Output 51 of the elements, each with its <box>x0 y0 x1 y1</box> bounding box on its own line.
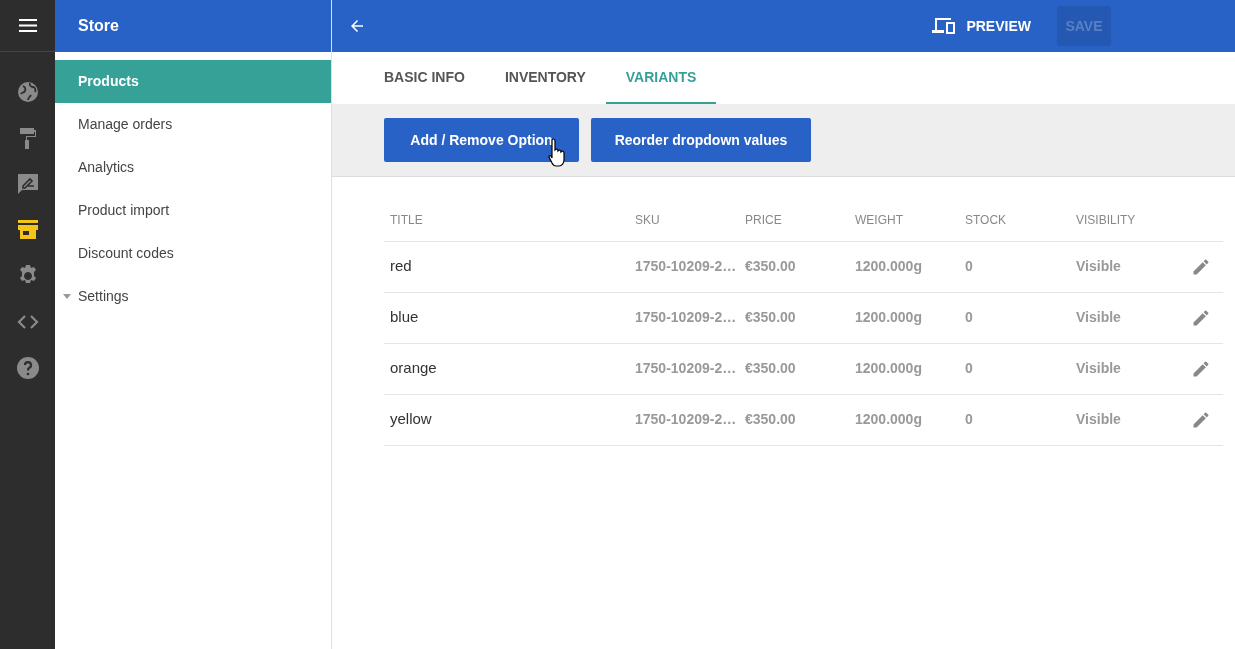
column-header: WEIGHT <box>849 199 959 241</box>
table-cell: 1200.000g <box>855 258 922 274</box>
table-cell: 1750-10209-2… <box>635 411 737 427</box>
sidebar-item[interactable]: Product import <box>55 189 331 232</box>
table-cell: Visible <box>1076 411 1121 427</box>
pencil-icon[interactable] <box>1191 359 1211 380</box>
table-cell: orange <box>390 359 437 377</box>
table-cell: 1750-10209-2… <box>635 309 737 325</box>
table-cell: blue <box>390 308 419 326</box>
sidebar-item[interactable]: Settings <box>55 275 331 318</box>
table-cell: €350.00 <box>745 309 796 325</box>
table-cell: €350.00 <box>745 411 796 427</box>
pencil-icon[interactable] <box>1191 410 1211 431</box>
preview-button[interactable]: PREVIEW <box>932 15 1031 37</box>
pencil-icon[interactable] <box>1191 257 1211 278</box>
table-cell: red <box>390 257 412 275</box>
globe-icon[interactable] <box>15 80 40 104</box>
table-cell: 0 <box>965 309 973 325</box>
table-cell: Visible <box>1076 360 1121 376</box>
tab[interactable]: INVENTORY <box>484 52 606 104</box>
table-cell: 0 <box>965 411 973 427</box>
sidebar-item[interactable]: Analytics <box>55 146 331 189</box>
table-cell: Visible <box>1076 309 1121 325</box>
table-cell: Visible <box>1076 258 1121 274</box>
menu-icon[interactable] <box>18 19 37 32</box>
table-cell: yellow <box>390 410 432 428</box>
devices-icon <box>932 17 957 35</box>
column-header: SKU <box>629 199 739 241</box>
action-button[interactable]: Reorder dropdown values <box>591 118 811 162</box>
action-button[interactable]: Add / Remove Option <box>384 118 579 162</box>
table-cell: €350.00 <box>745 258 796 274</box>
message-pencil-icon[interactable] <box>15 172 40 196</box>
caret-icon <box>63 294 71 299</box>
column-header: TITLE <box>384 199 629 241</box>
pencil-icon[interactable] <box>1191 308 1211 329</box>
table-cell: 1200.000g <box>855 309 922 325</box>
table-cell: €350.00 <box>745 360 796 376</box>
table-cell: 1750-10209-2… <box>635 360 737 376</box>
sidebar-title: Store <box>78 16 119 36</box>
table-cell: 0 <box>965 258 973 274</box>
sidebar-item[interactable]: Manage orders <box>55 103 331 146</box>
table-cell: 1750-10209-2… <box>635 258 737 274</box>
table-cell: 1200.000g <box>855 360 922 376</box>
column-header: VISIBILITY <box>1070 199 1170 241</box>
table-cell: 0 <box>965 360 973 376</box>
tab[interactable]: BASIC INFO <box>364 52 485 104</box>
table-cell: 1200.000g <box>855 411 922 427</box>
column-header: STOCK <box>959 199 1070 241</box>
sidebar-item[interactable]: Discount codes <box>55 232 331 275</box>
help-icon[interactable] <box>15 356 40 380</box>
column-header: PRICE <box>739 199 849 241</box>
